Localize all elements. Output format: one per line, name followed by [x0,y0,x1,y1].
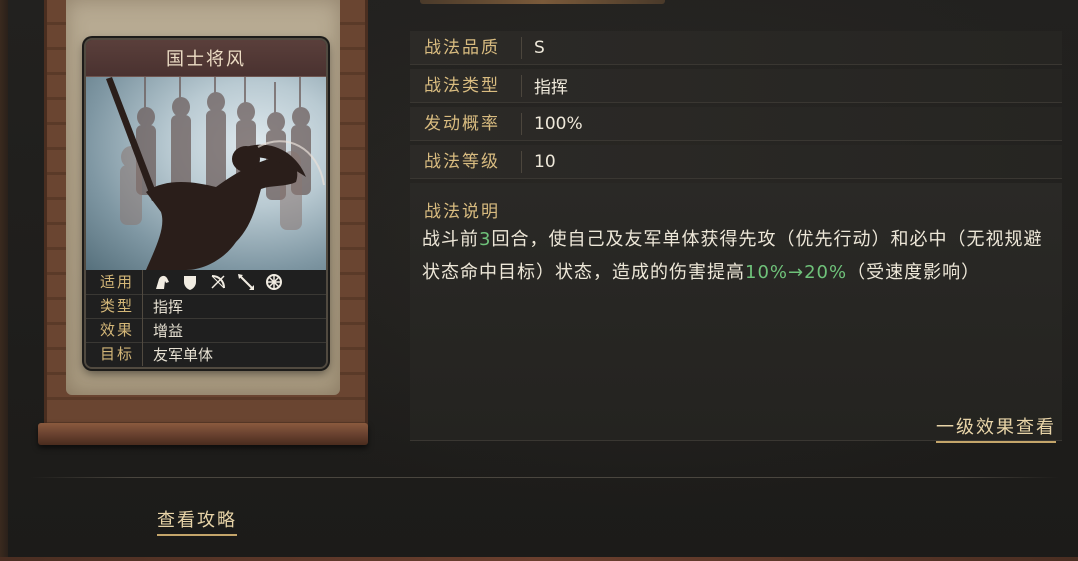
top-decoration [420,0,665,4]
attr-row-quality: 战法品质 S [410,31,1062,65]
left-frame-edge [0,0,8,561]
section-divider [30,477,1060,478]
description-title: 战法说明 [424,202,500,222]
unit-type-icons [143,273,283,291]
description-highlight: 3 [479,229,492,250]
attr-value: 10 [534,151,556,172]
skill-card-info: 适用 类型 指挥 效果 增益 目标 友军单体 [86,270,326,367]
attr-label: 发动概率 [410,112,522,135]
attr-label: 战法品质 [410,36,522,59]
shield-icon [181,273,199,291]
info-label: 适用 [86,270,143,294]
attr-value: 100% [534,113,583,134]
description-highlight: 10%→20% [745,262,848,283]
skill-scroll: 国士将风 适用 类型 指挥 效果 增益 目标 友军单体 [38,0,368,445]
info-row-applicable: 适用 [86,270,326,295]
info-label: 目标 [86,342,143,366]
info-value: 指挥 [153,297,184,316]
skill-card[interactable]: 国士将风 适用 类型 指挥 效果 增益 目标 友军单体 [84,38,328,369]
attr-value: 指挥 [534,78,568,98]
info-label: 类型 [86,294,143,318]
description-segment: （受速度影响） [847,262,981,283]
attr-value: S [534,37,545,58]
description-segment: 战斗前 [422,229,479,250]
info-row-effect: 效果 增益 [86,318,326,343]
skill-description-panel: 战法说明 战斗前3回合，使自己及友军单体获得先攻（优先行动）和必中（无视规避状态… [410,183,1062,443]
attr-label: 战法等级 [410,150,522,173]
bow-icon [209,273,227,291]
skill-card-artwork [86,77,326,270]
attr-row-type: 战法类型 指挥 [410,69,1062,103]
info-row-target: 目标 友军单体 [86,342,326,366]
description-text: 战斗前3回合，使自己及友军单体获得先攻（优先行动）和必中（无视规避状态命中目标）… [422,223,1058,289]
scroll-rod [38,423,368,445]
level1-effect-link[interactable]: 一级效果查看 [936,413,1056,443]
bottom-frame-edge [0,557,1078,561]
view-guide-link[interactable]: 查看攻略 [157,506,237,536]
attr-row-probability: 发动概率 100% [410,107,1062,141]
info-label: 效果 [86,318,143,342]
cavalry-icon [153,273,171,291]
skill-card-title: 国士将风 [86,40,326,77]
attr-label: 战法类型 [410,74,522,97]
warrior-silhouette-art [106,77,325,270]
info-row-type: 类型 指挥 [86,294,326,319]
spear-icon [237,273,255,291]
info-value: 增益 [153,321,184,340]
wheel-icon [265,273,283,291]
info-value: 友军单体 [153,345,214,364]
attr-row-level: 战法等级 10 [410,145,1062,179]
